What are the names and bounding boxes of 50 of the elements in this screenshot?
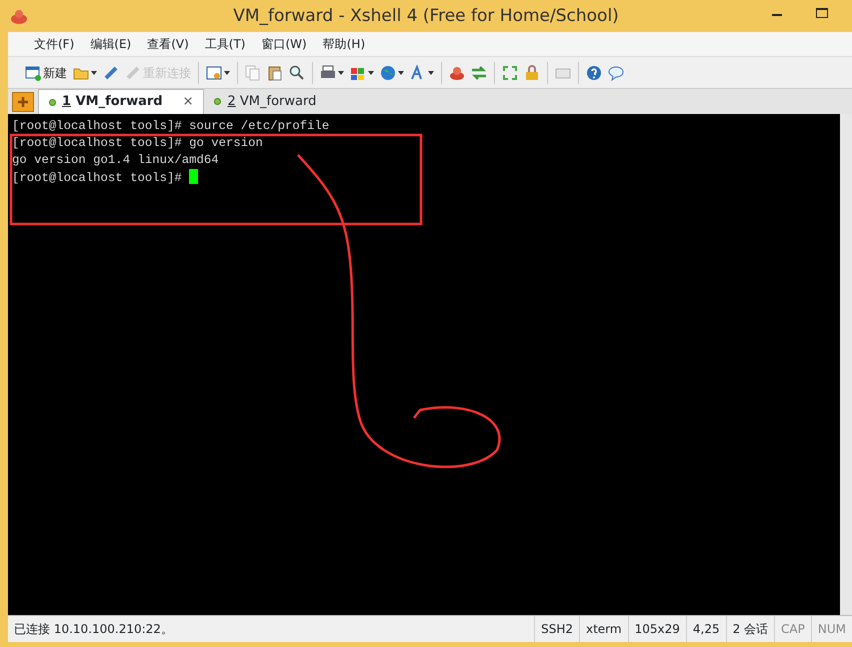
app-logo-icon	[10, 7, 28, 25]
status-field: 105x29	[628, 616, 686, 642]
menu-item[interactable]: 查看(V)	[139, 32, 197, 56]
copy-icon	[245, 64, 261, 80]
menu-item[interactable]: 文件(F)	[26, 32, 82, 56]
status-field: CAP	[774, 616, 811, 642]
tab-label: 1 VM_forward	[62, 93, 163, 112]
terminal-line: [root@localhost tools]# go version	[12, 136, 263, 150]
status-dot	[49, 98, 56, 106]
help-icon	[586, 64, 602, 80]
terminal-line: [root@localhost tools]# source /etc/profile	[12, 119, 330, 133]
status-field: NUM	[810, 616, 852, 642]
close-icon[interactable]: ×	[182, 92, 194, 112]
status-field: 4,25	[686, 616, 726, 642]
status-field: 2 会话	[726, 616, 774, 642]
transfer-icon	[471, 64, 487, 80]
terminal-line: [root@localhost tools]#	[12, 171, 183, 185]
new-session-icon	[25, 64, 41, 80]
status-dot	[214, 98, 222, 105]
add-tab-button[interactable]	[12, 92, 34, 112]
search-icon	[289, 64, 305, 80]
properties-icon	[206, 64, 222, 80]
caret-icon	[428, 70, 434, 74]
fullscreen-icon	[502, 64, 518, 80]
caret-icon	[338, 70, 344, 74]
menu-item[interactable]: 工具(T)	[196, 32, 254, 56]
terminal-line: go version go1.4 linux/amd64	[12, 153, 219, 167]
status-message: 已连接 10.10.100.210:22。	[13, 621, 174, 638]
caret-icon	[368, 70, 374, 74]
caret-icon	[224, 70, 230, 74]
status-field: xterm	[578, 616, 628, 642]
menu-item[interactable]: 编辑(E)	[82, 32, 140, 56]
lock-icon	[524, 64, 540, 80]
menu-item[interactable]: 帮助(H)	[314, 32, 374, 56]
tab-label: 2 VM_forward	[227, 92, 316, 111]
maximize-icon[interactable]	[816, 8, 828, 18]
status-field: SSH2	[534, 616, 579, 642]
caret-icon	[398, 70, 404, 74]
plus-icon	[18, 97, 28, 107]
menu-item[interactable]: 窗口(W)	[254, 32, 315, 56]
toolbar-button[interactable]: 新建	[22, 60, 70, 86]
scrollbar[interactable]	[840, 114, 852, 615]
session-tab[interactable]: 2 VM_forward	[204, 89, 326, 114]
printer-icon	[320, 64, 336, 80]
globe-icon	[380, 64, 396, 80]
paste-icon	[267, 64, 283, 80]
session-tab[interactable]: 1 VM_forward ×	[38, 89, 204, 114]
caret-icon	[91, 70, 97, 74]
chat-bubble-icon	[608, 64, 624, 80]
window-title: VM_forward - Xshell 4 (Free for Home/School)	[233, 5, 619, 28]
